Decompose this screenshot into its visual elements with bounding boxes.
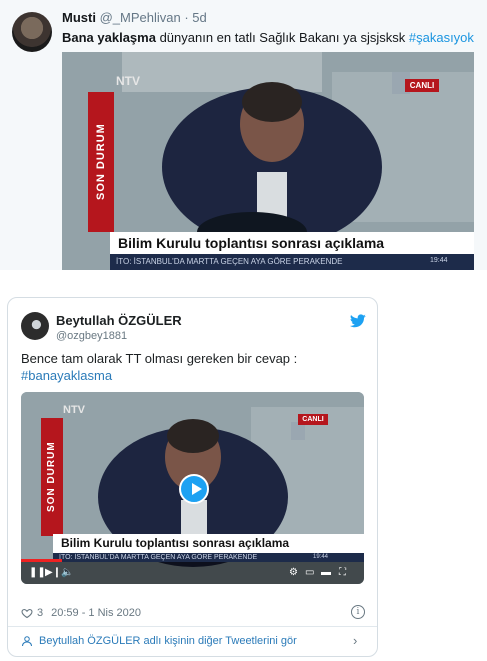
person-icon	[22, 636, 32, 647]
next-icon[interactable]: ▶❙	[45, 567, 61, 578]
embedded-tweet: Beytullah ÖZGÜLER @ozgbey1881 Bence tam …	[7, 297, 378, 657]
tweet-text: Bana yaklaşma dünyanın en tatlı Sağlık B…	[62, 30, 474, 45]
avatar[interactable]	[21, 312, 49, 340]
tweet-timestamp[interactable]: 20:59 - 1 Nis 2020	[51, 607, 141, 619]
handle[interactable]: @ozgbey1881	[56, 330, 127, 342]
channel-logo: NTV	[63, 404, 85, 416]
tweet-age[interactable]: 5d	[192, 10, 206, 25]
twitter-bird-icon[interactable]	[350, 314, 366, 328]
separator: ·	[184, 10, 189, 25]
more-tweets-label[interactable]: Beytullah ÖZGÜLER adlı kişinin diğer Twe…	[39, 635, 297, 647]
divider	[8, 626, 377, 627]
settings-icon[interactable]: ⚙	[289, 567, 298, 578]
heart-icon[interactable]	[21, 607, 33, 619]
handle[interactable]: @_MPehlivan	[100, 10, 181, 25]
son-durum-band: SON DURUM	[41, 418, 63, 536]
channel-logo: NTV	[116, 74, 140, 88]
tweet-text-rest: dünyanın en tatlı Sağlık Bakanı ya sjsjs…	[155, 30, 409, 45]
theater-icon[interactable]: ▬	[321, 567, 331, 578]
play-icon[interactable]	[179, 474, 209, 504]
tweet-text: Bence tam olarak TT olması gereken bir c…	[21, 350, 297, 384]
video-clock: 19:44	[313, 554, 329, 560]
like-count: 3	[37, 607, 44, 619]
hashtag-link[interactable]: #şakasıyok	[409, 30, 474, 45]
headline-ticker: Bilim Kurulu toplantısı sonrası açıklama	[53, 534, 364, 553]
hashtag-link[interactable]: #banayaklasma	[21, 367, 297, 384]
fullscreen-icon[interactable]: ⛶	[339, 567, 346, 578]
tweet-text-line: Bence tam olarak TT olması gereken bir c…	[21, 351, 298, 366]
tweet-video[interactable]: SON DURUM NTV CANLI Bilim Kurulu toplant…	[62, 52, 474, 270]
avatar[interactable]	[12, 12, 52, 52]
son-durum-band: SON DURUM	[88, 92, 114, 232]
headline-ticker: Bilim Kurulu toplantısı sonrası açıklama	[110, 232, 474, 254]
video-clock: 19:44	[430, 257, 448, 264]
live-badge: CANLI	[405, 79, 439, 92]
info-icon[interactable]: i	[351, 605, 365, 619]
display-name[interactable]: Beytullah ÖZGÜLER	[56, 313, 182, 328]
live-badge: CANLI	[298, 414, 328, 425]
display-name[interactable]: Musti	[62, 10, 96, 25]
pause-icon[interactable]: ❚❚	[29, 567, 46, 578]
volume-icon[interactable]: 🔈	[61, 567, 73, 578]
sub-ticker: İTO: İSTANBUL'DA MARTTA GEÇEN AYA GÖRE P…	[110, 254, 474, 270]
tweet-video[interactable]: SON DURUM NTV CANLI Bilim Kurulu toplant…	[21, 392, 364, 584]
cc-icon[interactable]: ▭	[305, 567, 314, 578]
tweet-header: Musti @_MPehlivan · 5d	[62, 10, 207, 25]
chevron-right-icon[interactable]: ›	[353, 633, 357, 648]
tweet-text-bold: Bana yaklaşma	[62, 30, 156, 45]
tweet-1: Musti @_MPehlivan · 5d Bana yaklaşma dün…	[0, 0, 487, 270]
video-controls: ❚❚ ▶❙ 🔈 ⚙ ▭ ▬ ⛶	[21, 562, 364, 584]
more-tweets-link[interactable]: Beytullah ÖZGÜLER adlı kişinin diğer Twe…	[21, 635, 297, 647]
tweet-meta: 3 20:59 - 1 Nis 2020	[21, 607, 141, 619]
